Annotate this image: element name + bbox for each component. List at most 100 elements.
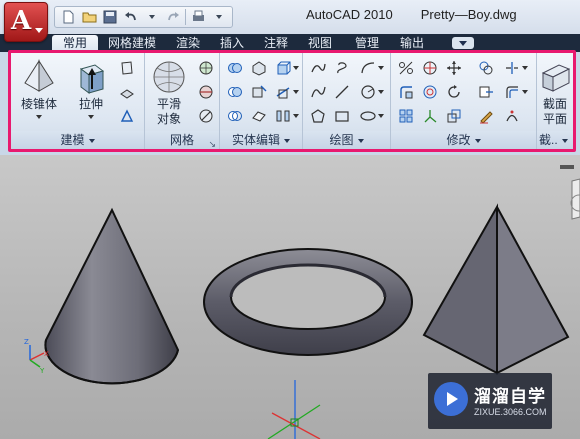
arc-icon[interactable] <box>359 59 384 77</box>
mesh-refine-icon[interactable] <box>197 59 215 77</box>
line-icon[interactable] <box>333 83 351 101</box>
redo-icon[interactable] <box>164 8 182 26</box>
section-plane-icon <box>541 64 571 92</box>
pyramid-button[interactable]: 棱锥体 <box>17 57 61 127</box>
3d-move-icon[interactable] <box>445 59 463 77</box>
array-icon[interactable] <box>397 107 415 125</box>
document-title: Pretty—Boy.dwg <box>420 7 517 22</box>
chevron-down-icon <box>35 28 43 33</box>
app-title: AutoCAD 2010 <box>306 7 393 22</box>
autocad-window: AutoCAD 2010 Pretty—Boy.dwg A 常用 网格建模 渲染 … <box>0 0 580 439</box>
panel-mesh: 平滑 对象 网格 ↘ <box>145 53 220 149</box>
separate-icon[interactable] <box>250 83 268 101</box>
panel-title-label: 修改 <box>446 133 471 147</box>
play-logo-icon <box>434 382 468 416</box>
extrude-label: 拉伸 <box>78 97 103 111</box>
pyramid-icon <box>24 59 54 92</box>
trim-icon[interactable] <box>503 59 528 77</box>
pyramid-label: 棱锥体 <box>20 97 57 111</box>
chevron-down-icon <box>88 138 95 143</box>
align-icon[interactable] <box>274 107 299 125</box>
panel-title-label: 网格 <box>169 133 194 147</box>
panel-title-solid-editing[interactable]: 实体编辑 <box>220 131 302 149</box>
new-icon[interactable] <box>59 8 77 26</box>
ellipse-icon[interactable] <box>359 107 384 125</box>
chevron-down-icon <box>284 138 290 143</box>
torus-solid[interactable] <box>203 248 413 356</box>
stretch-icon[interactable] <box>477 83 495 101</box>
move-icon[interactable] <box>397 59 415 77</box>
spline-icon[interactable] <box>309 83 327 101</box>
copy-icon[interactable] <box>477 59 495 77</box>
svg-text:Z: Z <box>24 338 29 346</box>
plot-icon[interactable] <box>189 8 207 26</box>
union-icon[interactable] <box>226 59 244 77</box>
smooth-object-icon <box>153 61 185 93</box>
polysolid-icon[interactable] <box>118 59 136 77</box>
rotate-icon[interactable] <box>445 83 463 101</box>
panel-modify: 修改 <box>391 53 537 149</box>
save-icon[interactable] <box>101 8 119 26</box>
chevron-down-icon <box>36 115 42 119</box>
scale-icon[interactable] <box>445 107 463 125</box>
chevron-down-icon <box>474 138 481 143</box>
rectangle-icon[interactable] <box>333 107 351 125</box>
pyramid-solid[interactable] <box>422 203 570 375</box>
watermark: 溜溜自学 ZIXUE.3066.COM <box>428 373 552 429</box>
offset-icon[interactable] <box>503 83 528 101</box>
shell-icon[interactable] <box>250 107 268 125</box>
panel-title-modify[interactable]: 修改 <box>391 131 536 149</box>
smooth-object-button[interactable]: 平滑 对象 <box>147 57 191 127</box>
extrude-faces-icon[interactable] <box>250 59 268 77</box>
panel-title-mesh[interactable]: 网格 ↘ <box>145 131 219 149</box>
chevron-down-icon <box>357 138 364 143</box>
dropdown-arrow-icon[interactable] <box>143 8 161 26</box>
fillet-icon[interactable] <box>397 83 415 101</box>
panel-title-modeling[interactable]: 建模 <box>11 131 144 149</box>
extrude-button[interactable]: 拉伸 <box>69 57 113 127</box>
qat-customize-icon[interactable] <box>210 8 228 26</box>
erase-icon[interactable] <box>477 107 495 125</box>
explode-icon[interactable] <box>503 107 521 125</box>
polygon-icon[interactable] <box>309 107 327 125</box>
ribbon-minimize-button[interactable] <box>452 37 474 49</box>
svg-text:Y: Y <box>39 367 45 375</box>
quick-access-toolbar <box>54 6 233 28</box>
application-menu-button[interactable]: A <box>4 2 48 42</box>
watermark-text: 溜溜自学 <box>474 387 546 407</box>
window-title: AutoCAD 2010 Pretty—Boy.dwg <box>306 7 545 22</box>
panel-title-label: 实体编辑 <box>231 133 280 147</box>
ribbon: 棱锥体 拉伸 建模 平滑 对象 网格 ↘ 实体编辑 绘图 修改 截面 平面 截.… <box>8 50 576 152</box>
box-edit-icon[interactable] <box>274 59 299 77</box>
panel-title-label: 截.. <box>539 133 558 147</box>
toolbar-separator <box>185 9 186 25</box>
3d-mirror-icon[interactable] <box>421 83 439 101</box>
3d-rotate-icon[interactable] <box>421 59 439 77</box>
panel-title-draw[interactable]: 绘图 <box>303 131 390 149</box>
polyline-icon[interactable] <box>309 59 327 77</box>
panel-modeling: 棱锥体 拉伸 建模 <box>11 53 145 149</box>
helix-icon[interactable] <box>333 59 351 77</box>
autocad-a-logo-icon: A <box>11 6 32 36</box>
panel-title-label: 建模 <box>60 133 85 147</box>
watermark-url: ZIXUE.3066.COM <box>474 407 547 417</box>
extrude-icon <box>79 64 105 94</box>
cone-solid[interactable] <box>44 207 180 385</box>
slice-icon[interactable] <box>274 83 299 101</box>
sweep-icon[interactable] <box>118 107 136 125</box>
svg-text:X: X <box>44 350 49 358</box>
panel-section: 截面 平面 截.. <box>537 53 573 149</box>
panel-title-section[interactable]: 截.. <box>537 131 573 149</box>
3d-align-icon[interactable] <box>421 107 439 125</box>
circle-icon[interactable] <box>359 83 384 101</box>
section-plane-button[interactable]: 截面 平面 <box>533 57 577 127</box>
subtract-icon[interactable] <box>226 83 244 101</box>
dialog-launcher-icon[interactable]: ↘ <box>208 135 216 153</box>
presspull-icon[interactable] <box>118 83 136 101</box>
section-plane-label: 截面 平面 <box>542 97 567 126</box>
intersect-icon[interactable] <box>226 107 244 125</box>
undo-icon[interactable] <box>122 8 140 26</box>
open-icon[interactable] <box>80 8 98 26</box>
mesh-uncrease-icon[interactable] <box>197 107 215 125</box>
mesh-crease-icon[interactable] <box>197 83 215 101</box>
